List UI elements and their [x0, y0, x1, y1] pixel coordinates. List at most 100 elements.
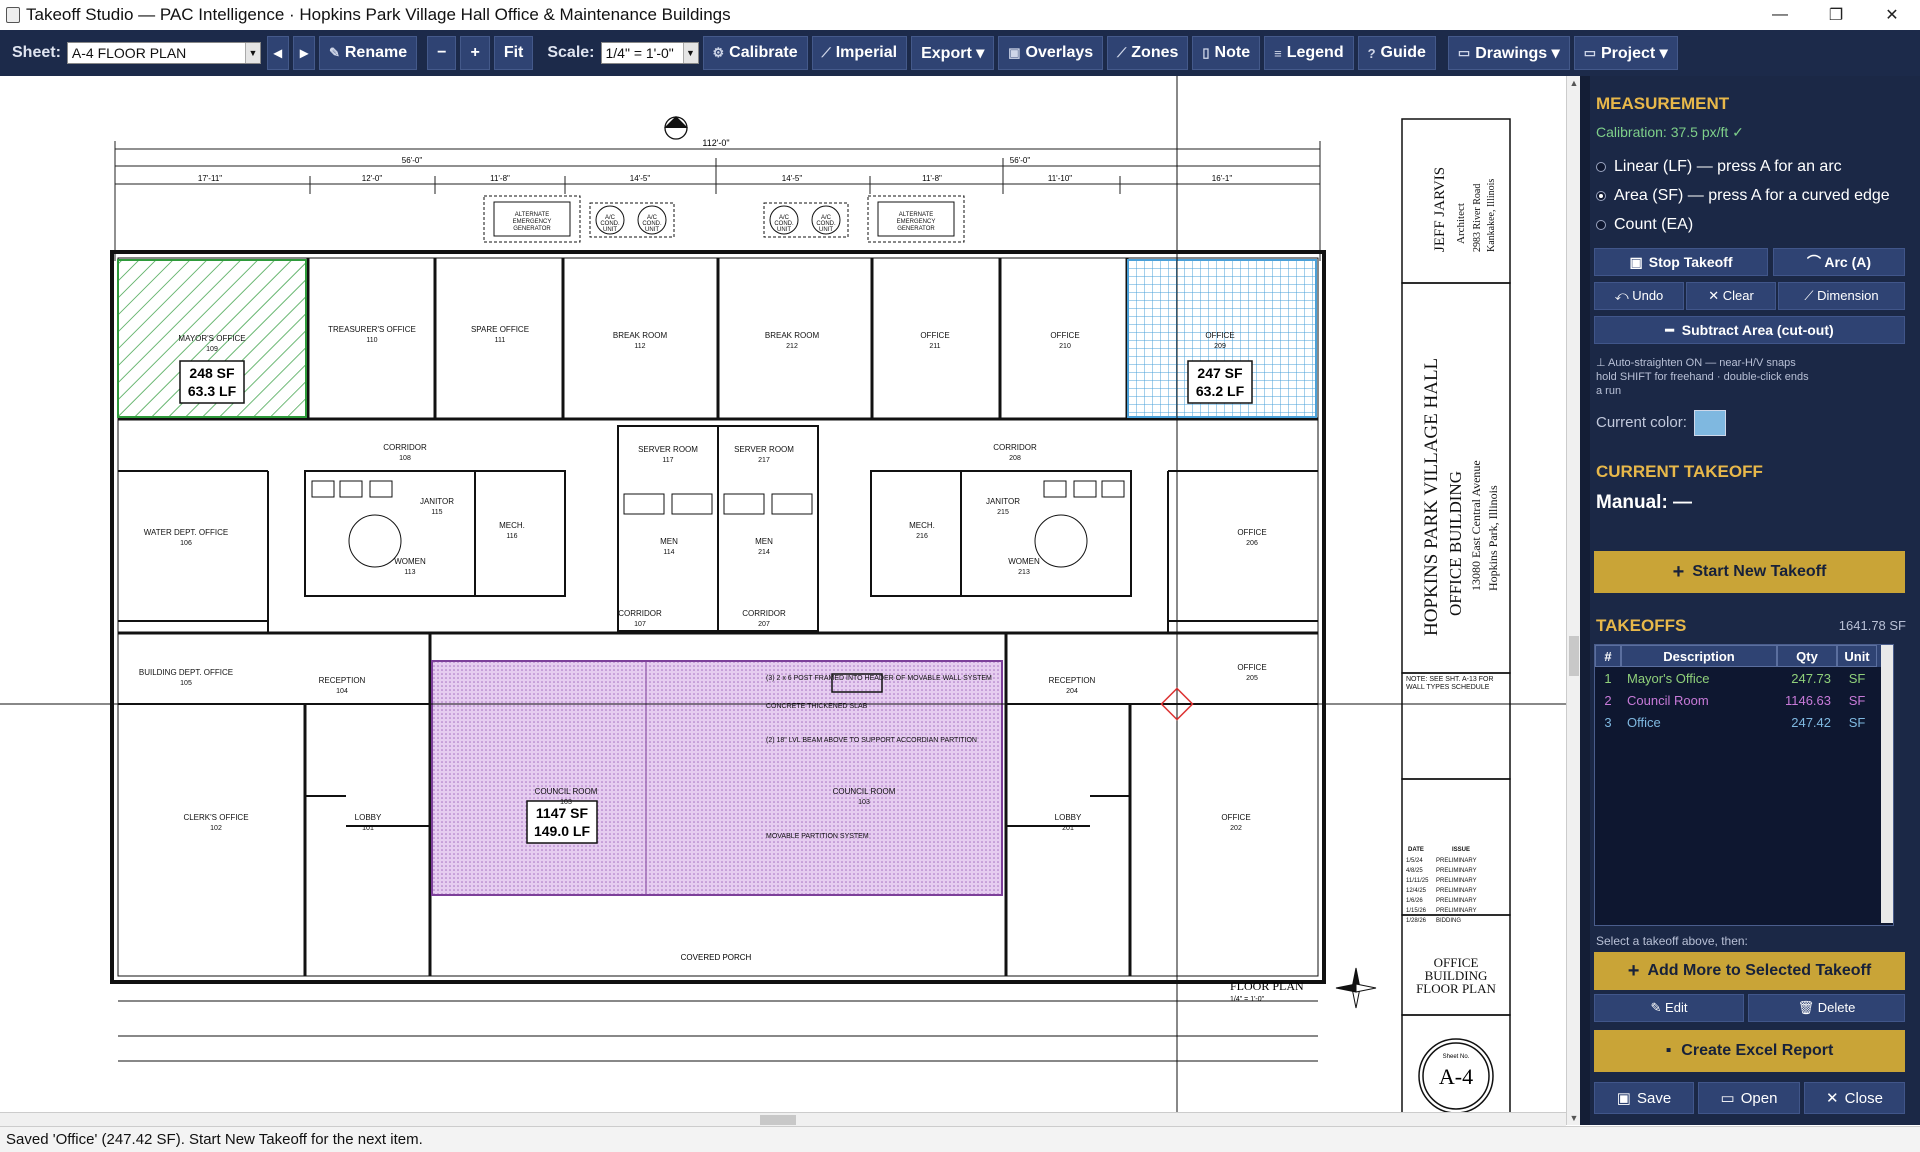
stop-takeoff-button[interactable]: ▣ Stop Takeoff: [1594, 248, 1768, 276]
scroll-up-icon[interactable]: ▲: [1567, 76, 1581, 90]
project-icon: ▭: [1583, 45, 1596, 60]
open-label: Open: [1740, 1089, 1778, 1107]
drawings-button[interactable]: ▭ Drawings ▾: [1447, 36, 1570, 70]
stop-takeoff-label: Stop Takeoff: [1648, 254, 1733, 270]
room-number: 114: [663, 549, 674, 556]
note-button[interactable]: ▯ Note: [1192, 36, 1261, 70]
dimension-button[interactable]: ⟋ Dimension: [1778, 282, 1905, 310]
takeoff-panel: MEASUREMENT Calibration: 37.5 px/ft ✓ Li…: [1580, 76, 1920, 1125]
room-number: 215: [997, 509, 1009, 516]
cell-desc: Council Room: [1627, 692, 1709, 708]
chevron-down-icon: ▼: [682, 43, 698, 63]
add-more-button[interactable]: + Add More to Selected Takeoff: [1594, 952, 1905, 990]
minimize-button[interactable]: —: [1752, 0, 1808, 30]
room-number: 101: [362, 825, 374, 832]
fit-button[interactable]: Fit: [493, 36, 534, 70]
zones-button[interactable]: ⟋ Zones: [1107, 36, 1189, 70]
room-number: 115: [431, 509, 442, 516]
vertical-scrollbar[interactable]: ▲ ▼: [1566, 76, 1581, 1125]
north-arrow-icon: [1335, 967, 1377, 1009]
chevron-down-icon: ▼: [244, 43, 260, 63]
project-button[interactable]: ▭ Project ▾: [1573, 36, 1678, 70]
guide-button[interactable]: ? Guide: [1357, 36, 1436, 70]
room-name: MECH.: [499, 521, 525, 530]
sheet-select[interactable]: A-4 FLOOR PLAN ▼: [66, 42, 261, 64]
svg-text:248 SF: 248 SF: [189, 365, 235, 381]
rev-date: 1/5/24: [1406, 858, 1423, 864]
overall-dim: 112'-0": [702, 138, 729, 148]
room-number: 217: [758, 457, 770, 464]
horizontal-scrollbar[interactable]: [0, 1112, 1566, 1127]
dimension-text: 56'-0": [1010, 156, 1031, 165]
current-color-swatch[interactable]: [1694, 410, 1726, 436]
close-button[interactable]: ✕ Close: [1804, 1082, 1905, 1114]
rename-button[interactable]: ✎ Rename: [318, 36, 418, 70]
plan-scale: 1/4" = 1'-0": [1230, 996, 1265, 1003]
excel-label: Create Excel Report: [1681, 1042, 1834, 1059]
dimension-text: 11'-8": [922, 174, 942, 183]
overlays-button[interactable]: ▣ Overlays: [998, 36, 1104, 70]
room-name: CORRIDOR: [993, 443, 1037, 452]
mode-count-radio[interactable]: Count (EA): [1596, 216, 1693, 234]
disk-icon: ▣: [1616, 1090, 1631, 1107]
drawing-canvas[interactable]: 112'-0" 17'-11" 12'-0" 56'-0" 11'-8" 14'-5" 1…: [0, 76, 1566, 1125]
room-number: 108: [399, 455, 411, 462]
calibrate-button[interactable]: ⚙ Calibrate: [702, 36, 808, 70]
table-row[interactable]: 2 Council Room 1146.63 SF: [1595, 689, 1893, 711]
svg-text:UNIT: UNIT: [603, 227, 617, 233]
room-number: 201: [1062, 825, 1074, 832]
zoom-in-button[interactable]: +: [460, 36, 490, 70]
subtract-area-button[interactable]: ━ Subtract Area (cut-out): [1594, 316, 1905, 344]
layers-icon: ▣: [1008, 45, 1021, 60]
imperial-button[interactable]: ⟋ Imperial: [811, 36, 908, 70]
arc-button[interactable]: ⌒ Arc (A): [1773, 248, 1905, 276]
scale-select[interactable]: 1/4" = 1'-0" ▼: [600, 42, 699, 64]
start-new-takeoff-button[interactable]: + Start New Takeoff: [1594, 551, 1905, 593]
cell-n: 3: [1604, 714, 1612, 730]
rev-issue: PRELIMINARY: [1436, 858, 1477, 864]
table-row[interactable]: 3 Office 247.42 SF: [1595, 711, 1893, 733]
table-row[interactable]: 1 Mayor's Office 247.73 SF: [1595, 667, 1893, 689]
current-takeoff-title: CURRENT TAKEOFF: [1596, 462, 1763, 481]
note-icon: ▯: [1202, 45, 1210, 60]
table-scrollbar[interactable]: [1881, 645, 1893, 923]
undo-button[interactable]: ⤺ Undo: [1594, 282, 1684, 310]
scroll-down-icon[interactable]: ▼: [1567, 1111, 1581, 1125]
room-number: 113: [404, 569, 415, 576]
vertical-scroll-thumb[interactable]: [1569, 636, 1579, 676]
zoom-out-button[interactable]: −: [427, 36, 457, 70]
project-name-2: OFFICE BUILDING: [1446, 471, 1465, 616]
save-button[interactable]: ▣ Save: [1594, 1082, 1694, 1114]
export-button[interactable]: Export ▾: [911, 36, 995, 70]
col-number: #: [1595, 645, 1621, 667]
edit-button[interactable]: ✎ Edit: [1594, 994, 1744, 1022]
col-unit: Unit: [1837, 645, 1877, 667]
create-excel-report-button[interactable]: ▪ Create Excel Report: [1594, 1030, 1905, 1072]
legend-button[interactable]: ≡ Legend: [1264, 36, 1354, 70]
covered-porch-label: COVERED PORCH: [681, 953, 752, 962]
wall-type-note: NOTE: SEE SHT. A-13 FOR WALL TYPES SCHED…: [1406, 676, 1494, 691]
maximize-button[interactable]: ❐: [1808, 0, 1864, 30]
mode-linear-radio[interactable]: Linear (LF) — press A for an arc: [1596, 158, 1842, 176]
open-button[interactable]: ▭ Open: [1698, 1082, 1800, 1114]
delete-button[interactable]: 🗑 Delete: [1748, 994, 1905, 1022]
project-label: Project ▾: [1600, 45, 1668, 62]
horizontal-scroll-thumb[interactable]: [760, 1115, 796, 1125]
next-sheet-button[interactable]: ▸: [292, 36, 315, 70]
room-number: 112: [634, 343, 645, 350]
clear-button[interactable]: ✕ Clear: [1686, 282, 1776, 310]
calibrate-label: Calibrate: [729, 44, 798, 61]
room-name: SERVER ROOM: [638, 445, 698, 454]
col-qty: Qty: [1777, 645, 1837, 667]
close-window-button[interactable]: ✕: [1864, 0, 1920, 30]
takeoff-council-room[interactable]: [431, 660, 1003, 896]
room-name: BREAK ROOM: [613, 331, 668, 340]
prev-sheet-button[interactable]: ◂: [266, 36, 289, 70]
room-number: 204: [1066, 688, 1078, 695]
room-number: 207: [758, 621, 770, 628]
help-icon: ?: [1367, 45, 1376, 61]
mode-area-radio[interactable]: Area (SF) — press A for a curved edge: [1596, 187, 1890, 205]
dimension-text: 17'-11": [198, 174, 222, 183]
project-address: 13080 East Central Avenue: [1469, 460, 1483, 591]
panel-splitter[interactable]: [1580, 76, 1590, 1125]
